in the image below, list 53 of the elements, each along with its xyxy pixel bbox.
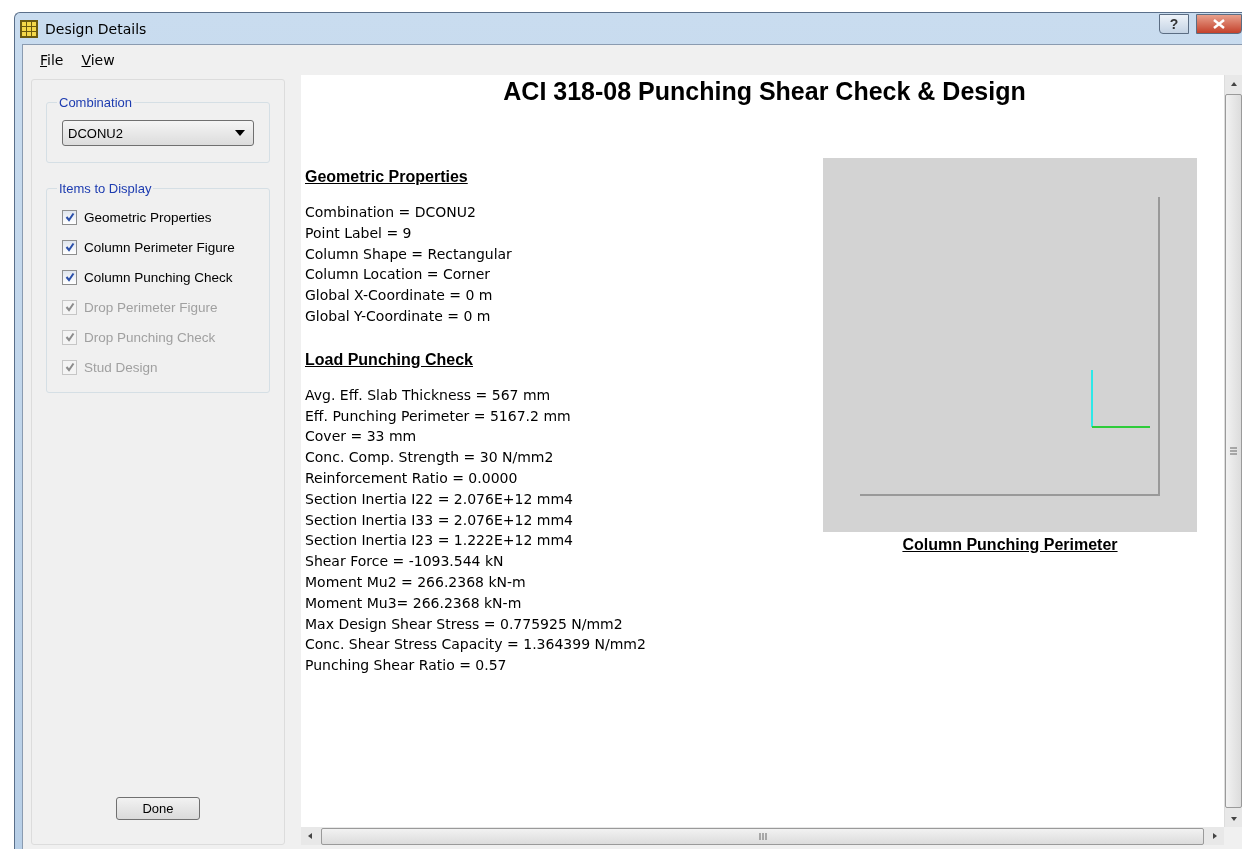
report-line: Cover = 33 mm: [305, 427, 418, 447]
check-icon: [64, 362, 75, 372]
report-line: Section Inertia I33 = 2.076E+12 mm4: [305, 510, 574, 530]
check-icon: [64, 242, 75, 252]
close-icon: [1213, 18, 1225, 29]
checkbox-label: Drop Punching Check: [84, 329, 216, 345]
group-label: Combination: [58, 95, 133, 110]
done-button[interactable]: Done: [116, 797, 200, 820]
checkbox-label: Column Perimeter Figure: [84, 239, 235, 255]
report-line: Conc. Shear Stress Capacity = 1.364399 N/mm2: [305, 635, 647, 655]
checkbox-label: Drop Perimeter Figure: [84, 299, 218, 315]
report-line: Avg. Eff. Slab Thickness = 567 mm: [305, 385, 552, 405]
checkbox-label: Column Punching Check: [84, 269, 233, 285]
group-label: Items to Display: [58, 181, 153, 196]
menu-item[interactable]: View: [79, 50, 117, 70]
checkbox[interactable]: [62, 209, 77, 225]
check-icon: [64, 302, 75, 312]
report-line: Max Design Shear Stress = 0.775925 N/mm2: [305, 614, 624, 634]
check-icon: [64, 332, 75, 342]
grip-icon: [1230, 447, 1237, 455]
checkbox-label: Stud Design: [84, 359, 158, 375]
grip-icon: [758, 832, 767, 840]
app-icon: [20, 19, 38, 38]
close-button[interactable]: [1196, 13, 1242, 34]
window-title: Design Details: [45, 20, 148, 37]
report-line: Reinforcement Ratio = 0.0000: [305, 468, 519, 488]
report-line: Conc. Comp. Strength = 30 N/mm2: [305, 448, 555, 468]
checkbox[interactable]: [62, 269, 77, 285]
section-heading: Geometric Properties: [305, 168, 469, 186]
checkbox-label: Geometric Properties: [84, 209, 212, 225]
checkbox[interactable]: [62, 239, 77, 255]
check-icon: [64, 212, 75, 222]
combination-dropdown[interactable]: DCONU2: [62, 120, 254, 146]
report-line: Point Label = 9: [305, 223, 413, 243]
report-line: Eff. Punching Perimeter = 5167.2 mm: [305, 406, 572, 426]
caret-icon: [235, 130, 245, 136]
report-line: Global Y-Coordinate = 0 m: [305, 307, 492, 326]
section-heading: Load Punching Check: [305, 350, 474, 369]
menu-item[interactable]: File: [38, 50, 66, 70]
report-line: Column Shape = Rectangular: [305, 244, 513, 264]
report-line: Section Inertia I23 = 1.222E+12 mm4: [305, 531, 574, 551]
help-button[interactable]: ?: [1159, 13, 1189, 34]
report-line: Punching Shear Ratio = 0.57: [305, 656, 508, 676]
figure-caption: Column Punching Perimeter: [902, 536, 1118, 554]
report-title: ACI 318-08 Punching Shear Check & Design: [502, 77, 1027, 106]
check-icon: [64, 272, 75, 282]
report-line: Moment Mu2 = 266.2368 kN-m: [305, 572, 527, 592]
report-line: Section Inertia I22 = 2.076E+12 mm4: [305, 489, 574, 509]
report-line: Shear Force = -1093.544 kN: [305, 552, 505, 572]
report-line: Moment Mu3= 266.2368 kN-m: [305, 593, 523, 613]
report-line: Combination = DCONU2: [305, 203, 477, 222]
report-line: Global X-Coordinate = 0 m: [305, 286, 494, 306]
report-line: Column Location = Corner: [305, 265, 491, 285]
